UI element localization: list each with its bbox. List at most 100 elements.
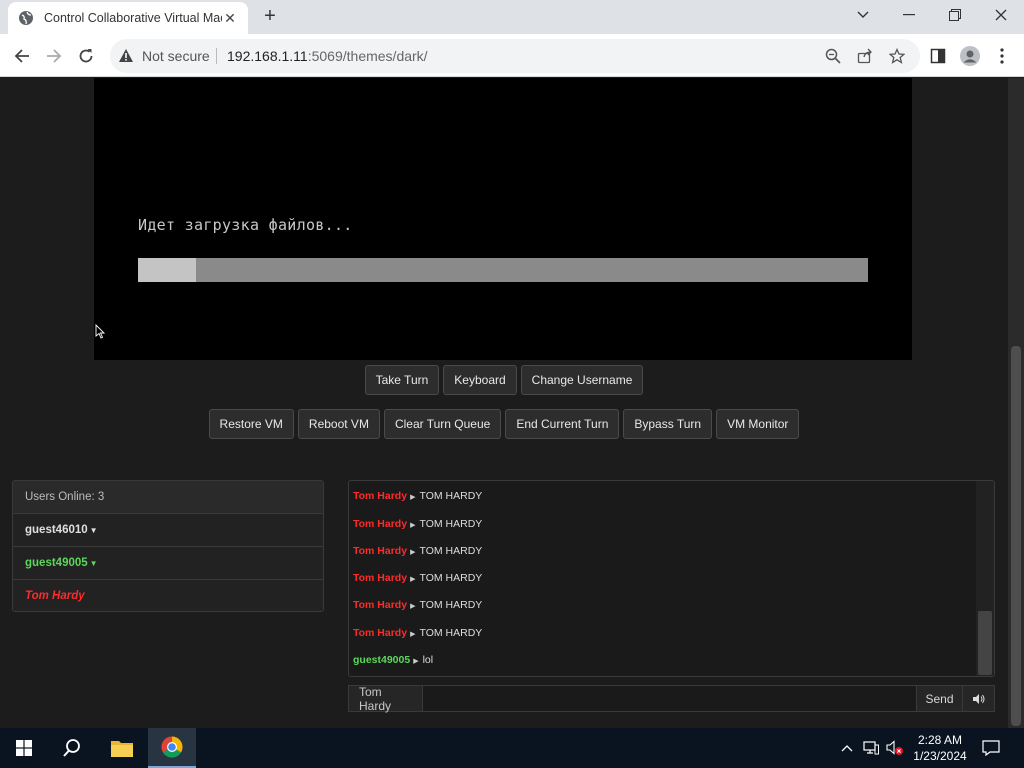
page-scrollbar-thumb[interactable] <box>1011 346 1021 726</box>
arrow-left-icon <box>14 49 29 63</box>
arrow-right-icon: ▶ <box>410 522 416 529</box>
search-icon <box>63 739 80 757</box>
file-explorer-button[interactable] <box>98 728 146 768</box>
chat-message-text: TOM HARDY <box>419 627 483 639</box>
tab-title: Control Collaborative Virtual Mac <box>44 11 222 25</box>
chat-message: Tom Hardy ▶ TOM HARDY <box>353 572 482 586</box>
caret-down-icon[interactable]: ▼ <box>90 559 98 568</box>
zoom-button[interactable] <box>824 47 842 65</box>
end-current-turn-button[interactable]: End Current Turn <box>505 409 620 439</box>
keyboard-button[interactable]: Keyboard <box>443 365 517 395</box>
reboot-vm-button[interactable]: Reboot VM <box>297 409 380 439</box>
chat-message: guest49005 ▶ lol <box>353 654 433 668</box>
arrow-right-icon: ▶ <box>413 658 419 665</box>
tab-close-icon[interactable]: ✕ <box>222 10 238 27</box>
arrow-right-icon: ▶ <box>410 549 416 556</box>
chrome-taskbar-button[interactable] <box>148 728 196 768</box>
chat-message: Tom Hardy ▶ TOM HARDY <box>353 545 482 559</box>
volume-button[interactable] <box>886 739 904 757</box>
vm-display[interactable]: Идет загрузка файлов... <box>94 78 912 360</box>
reload-button[interactable] <box>72 42 100 70</box>
user-list: guest46010 ▼ guest49005 ▼ Tom Hardy <box>13 514 323 613</box>
chat-message-user[interactable]: Tom Hardy <box>353 599 407 611</box>
security-label[interactable]: Not secure <box>142 48 210 64</box>
forward-button[interactable] <box>40 42 68 70</box>
url-text[interactable]: 192.168.1.11:5069/themes/dark/ <box>227 48 428 64</box>
warning-icon[interactable] <box>118 48 134 64</box>
zoom-icon <box>825 48 841 64</box>
bypass-turn-button[interactable]: Bypass Turn <box>623 409 713 439</box>
profile-button[interactable] <box>956 42 984 70</box>
user-list-item[interactable]: Tom Hardy <box>13 580 323 613</box>
new-tab-button[interactable]: + <box>258 6 282 28</box>
restore-vm-button[interactable]: Restore VM <box>208 409 294 439</box>
vm-progress-fill <box>138 258 197 282</box>
bookmark-button[interactable] <box>888 47 906 65</box>
clock-time: 2:28 AM <box>917 733 963 747</box>
chat-message: Tom Hardy ▶ TOM HARDY <box>353 627 482 641</box>
user-list-item[interactable]: guest49005 ▼ <box>13 547 323 580</box>
close-icon <box>995 9 1007 21</box>
network-icon <box>863 741 879 755</box>
chat-message-user[interactable]: Tom Hardy <box>353 572 407 584</box>
chat-message-text: TOM HARDY <box>419 545 483 557</box>
clock-date: 1/23/2024 <box>913 749 967 763</box>
sidepanel-icon <box>930 48 946 64</box>
share-button[interactable] <box>856 47 874 65</box>
clear-turn-queue-button[interactable]: Clear Turn Queue <box>383 409 502 439</box>
chat-username-label: Tom Hardy <box>348 685 423 713</box>
vm-monitor-button[interactable]: VM Monitor <box>716 409 800 439</box>
url-host: 192.168.1.11 <box>227 48 308 64</box>
close-window-button[interactable] <box>978 0 1024 30</box>
vm-progress-bar <box>138 258 868 282</box>
chat-message-user[interactable]: Tom Hardy <box>353 490 407 502</box>
chat-log[interactable]: Tom Hardy ▶ TOM HARDY Tom Hardy ▶ TOM HARDY To… <box>348 480 995 677</box>
change-username-button[interactable]: Change Username <box>520 365 644 395</box>
take-turn-button[interactable]: Take Turn <box>364 365 440 395</box>
browser-menu-button[interactable] <box>988 42 1016 70</box>
profile-icon <box>960 46 980 66</box>
windows-taskbar: 2:28 AM 1/23/2024 <box>0 728 1024 768</box>
page-scrollbar[interactable] <box>1008 78 1024 728</box>
caret-down-icon[interactable]: ▼ <box>90 526 98 535</box>
user-name: guest49005 <box>25 557 88 569</box>
chat-scrollbar[interactable] <box>976 481 994 676</box>
chat-message-text: TOM HARDY <box>419 599 483 611</box>
notifications-button[interactable] <box>982 739 1000 757</box>
network-button[interactable] <box>862 739 880 757</box>
chat-scrollbar-thumb[interactable] <box>978 611 992 675</box>
browser-tab[interactable]: Control Collaborative Virtual Mac ✕ <box>8 2 248 34</box>
arrow-right-icon <box>47 49 62 63</box>
chevron-up-icon <box>841 745 853 752</box>
chat-message-text: TOM HARDY <box>419 572 483 584</box>
admin-controls: Restore VM Reboot VM Clear Turn Queue En… <box>0 409 1008 439</box>
tray-overflow-button[interactable] <box>838 739 856 757</box>
restore-button[interactable] <box>932 0 978 30</box>
taskbar-search-button[interactable] <box>48 728 96 768</box>
chat-message-user[interactable]: guest49005 <box>353 654 410 666</box>
menu-icon <box>1000 48 1004 64</box>
tab-list-button[interactable] <box>840 0 886 30</box>
user-list-item[interactable]: guest46010 ▼ <box>13 514 323 547</box>
sound-toggle-button[interactable] <box>963 685 995 712</box>
back-button[interactable] <box>8 42 36 70</box>
share-icon <box>857 48 872 64</box>
chat-message-text: TOM HARDY <box>419 490 483 502</box>
arrow-right-icon: ▶ <box>410 494 416 501</box>
chat-message-user[interactable]: Tom Hardy <box>353 627 407 639</box>
start-button[interactable] <box>0 728 48 768</box>
speaker-icon <box>972 693 984 704</box>
minimize-button[interactable] <box>886 0 932 30</box>
send-button[interactable]: Send <box>917 685 963 712</box>
address-bar[interactable]: Not secure 192.168.1.11:5069/themes/dark… <box>110 39 920 73</box>
vm-status-text: Идет загрузка файлов... <box>138 216 353 234</box>
browser-tab-bar: Control Collaborative Virtual Mac ✕ + <box>0 0 1024 34</box>
taskbar-clock[interactable]: 2:28 AM 1/23/2024 <box>908 732 972 764</box>
url-path: :5069/themes/dark/ <box>307 48 428 64</box>
chat-message-user[interactable]: Tom Hardy <box>353 545 407 557</box>
windows-icon <box>16 740 32 756</box>
chat-message-input[interactable] <box>423 685 917 712</box>
chat-message-user[interactable]: Tom Hardy <box>353 518 407 530</box>
notification-icon <box>982 740 1000 756</box>
side-panel-button[interactable] <box>924 42 952 70</box>
